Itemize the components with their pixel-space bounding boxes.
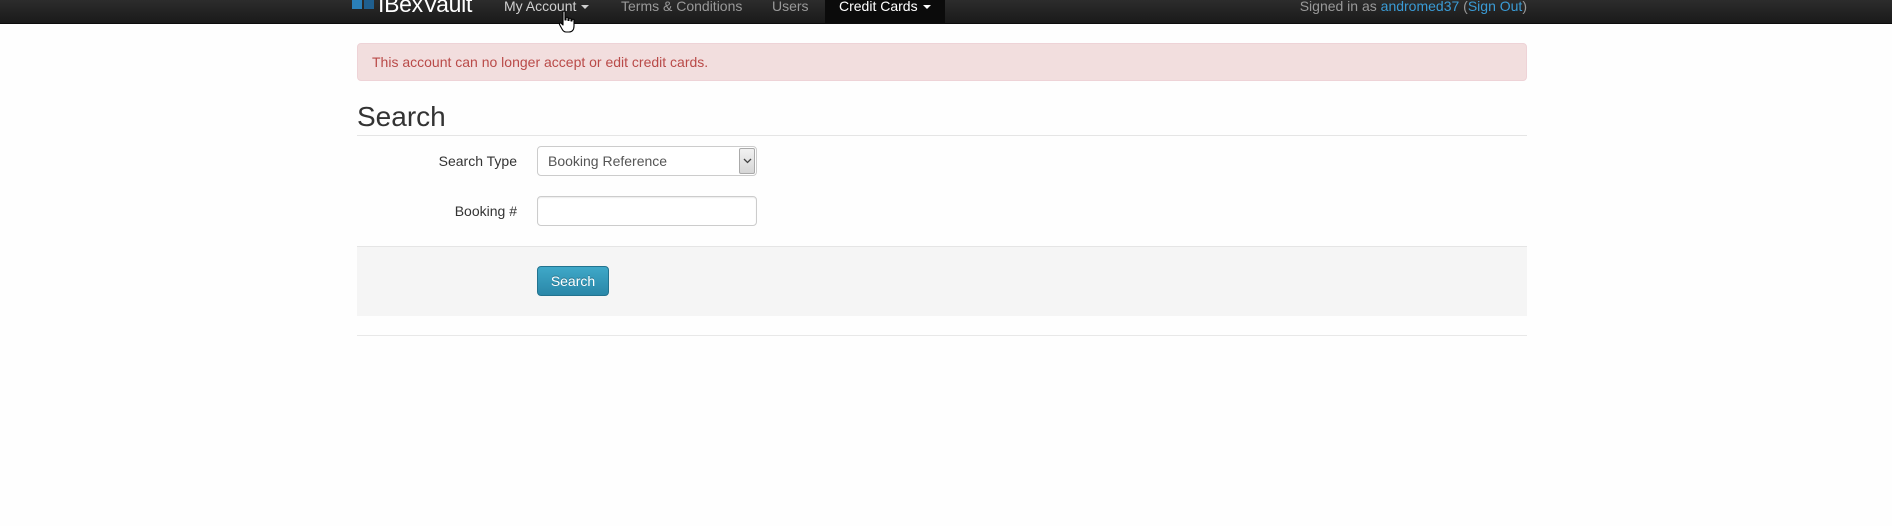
booking-number-row: Booking # — [357, 196, 1527, 226]
caret-down-icon — [581, 5, 590, 10]
error-alert: This account can no longer accept or edi… — [357, 43, 1527, 81]
divider — [357, 335, 1527, 336]
brand[interactable]: IBexVault — [352, 0, 472, 16]
booking-number-input[interactable] — [537, 196, 757, 226]
sign-out-link[interactable]: Sign Out — [1468, 0, 1522, 14]
username-link[interactable]: andromed37 — [1381, 0, 1460, 14]
chevron-down-icon[interactable] — [739, 148, 755, 174]
search-button[interactable]: Search — [537, 266, 609, 296]
form-actions: Search — [357, 246, 1527, 316]
hand-cursor-icon — [558, 10, 575, 33]
nav-credit-cards-label: Credit Cards — [839, 0, 918, 14]
page-title: Search — [357, 98, 1527, 136]
nav-credit-cards[interactable]: Credit Cards — [825, 0, 945, 23]
search-type-value: Booking Reference — [548, 153, 668, 169]
search-type-row: Search Type Booking Reference — [357, 146, 1527, 176]
search-type-select[interactable]: Booking Reference — [537, 146, 757, 176]
nav-users[interactable]: Users — [758, 0, 823, 23]
caret-down-icon — [922, 5, 931, 10]
paren-close: ) — [1522, 0, 1527, 14]
nav-users-label: Users — [772, 0, 809, 14]
brand-logo-icon — [352, 0, 374, 9]
search-type-label: Search Type — [438, 153, 517, 169]
nav-my-account[interactable]: My Account — [490, 0, 603, 23]
booking-number-label: Booking # — [454, 203, 517, 219]
signed-in-prefix: Signed in as — [1299, 0, 1377, 14]
signed-in-status: Signed in as andromed37 (Sign Out) — [1300, 0, 1527, 18]
nav-terms-conditions[interactable]: Terms & Conditions — [607, 0, 756, 23]
brand-name: IBexVault — [378, 0, 473, 17]
top-navbar: IBexVault My Account Terms & Conditions … — [0, 0, 1892, 24]
nav-terms-label: Terms & Conditions — [621, 0, 743, 14]
